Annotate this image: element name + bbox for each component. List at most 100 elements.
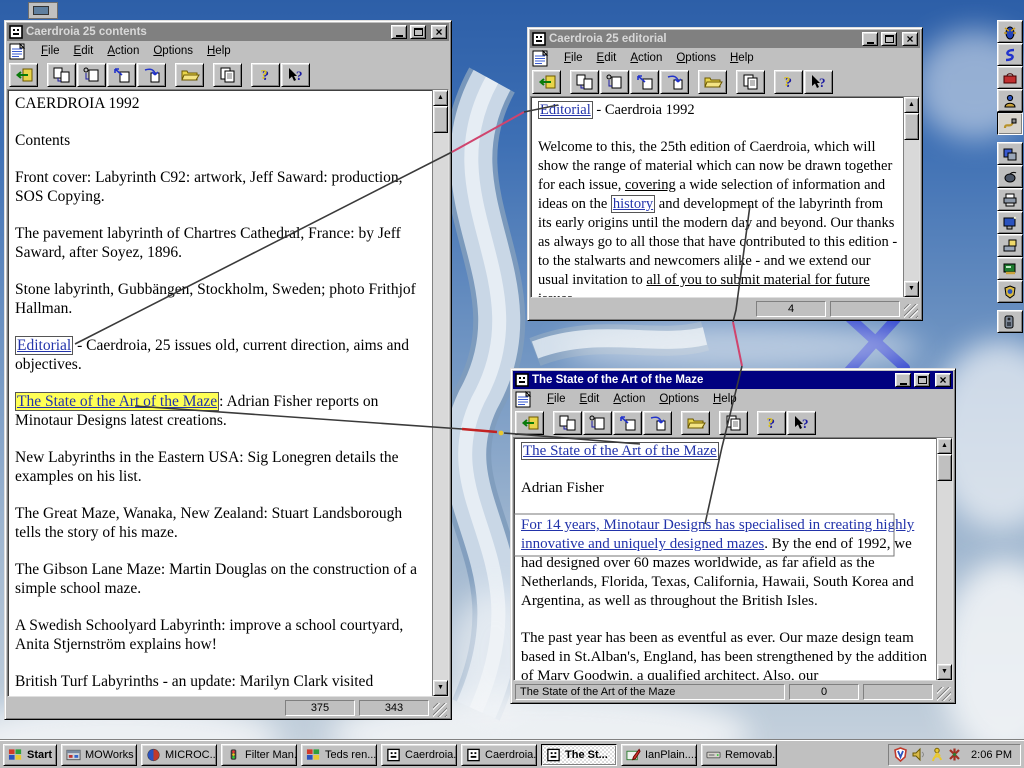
launcher-drive-doc-button[interactable] bbox=[997, 234, 1023, 257]
link-editorial[interactable]: Editorial bbox=[15, 336, 74, 355]
paste-link-button[interactable] bbox=[583, 411, 612, 435]
scroll-down-button[interactable]: ▼ bbox=[937, 664, 952, 680]
copy-link-button[interactable] bbox=[570, 70, 599, 94]
close-button[interactable]: × bbox=[935, 373, 951, 387]
open-document-button[interactable] bbox=[681, 411, 710, 435]
minimize-button[interactable] bbox=[862, 32, 878, 46]
scroll-up-button[interactable]: ▲ bbox=[904, 97, 919, 113]
launcher-printer-button[interactable] bbox=[997, 188, 1023, 211]
maximize-button[interactable] bbox=[410, 25, 426, 39]
menu-options[interactable]: Options bbox=[652, 391, 706, 407]
resize-grip[interactable] bbox=[904, 304, 918, 318]
resize-grip[interactable] bbox=[937, 687, 951, 701]
close-button[interactable]: × bbox=[431, 25, 447, 39]
document-menu-icon[interactable] bbox=[8, 42, 30, 60]
scrollbar-thumb[interactable] bbox=[937, 454, 952, 481]
taskbar-item-moworks[interactable]: MOWorks bbox=[61, 743, 137, 766]
context-help-button[interactable]: ? bbox=[787, 411, 816, 435]
scroll-down-button[interactable]: ▼ bbox=[433, 680, 448, 696]
copy-button[interactable] bbox=[719, 411, 748, 435]
taskbar-item-teds[interactable]: Teds ren... bbox=[301, 743, 377, 766]
vertical-scrollbar[interactable]: ▲ ▼ bbox=[903, 97, 919, 297]
help-button[interactable]: ? ? bbox=[757, 411, 786, 435]
antivirus-shield-icon[interactable] bbox=[893, 747, 908, 762]
document-icon[interactable] bbox=[515, 373, 529, 387]
launcher-squiggle-button[interactable] bbox=[997, 43, 1023, 66]
start-link-button[interactable] bbox=[107, 63, 136, 87]
start-link-button[interactable] bbox=[630, 70, 659, 94]
volume-icon[interactable] bbox=[911, 747, 926, 762]
link-state-of-the-art-title[interactable]: The State of the Art of the Maze bbox=[521, 442, 719, 460]
close-button[interactable]: × bbox=[902, 32, 918, 46]
menu-file[interactable]: File bbox=[557, 50, 590, 66]
menu-action[interactable]: Action bbox=[623, 50, 669, 66]
help-button[interactable]: ? ? bbox=[251, 63, 280, 87]
taskbar-item-state-of-the-art[interactable]: The St... bbox=[541, 743, 617, 766]
copy-link-button[interactable] bbox=[553, 411, 582, 435]
scrollbar-thumb[interactable] bbox=[433, 106, 448, 133]
link-state-of-the-art[interactable]: The State of the Art of the Maze bbox=[15, 392, 220, 411]
scroll-up-button[interactable]: ▲ bbox=[433, 90, 448, 106]
scroll-down-button[interactable]: ▼ bbox=[904, 281, 919, 297]
titlebar[interactable]: Caerdroia 25 contents × bbox=[7, 23, 449, 41]
scanner-flower-icon[interactable] bbox=[947, 747, 962, 762]
start-link-button[interactable] bbox=[613, 411, 642, 435]
taskbar-item-microcosm[interactable]: MICROC... bbox=[141, 743, 217, 766]
open-document-button[interactable] bbox=[175, 63, 204, 87]
document-icon[interactable] bbox=[9, 25, 23, 39]
help-button[interactable]: ? ? bbox=[774, 70, 803, 94]
context-help-button[interactable]: ? bbox=[804, 70, 833, 94]
launcher-person-button[interactable] bbox=[997, 89, 1023, 112]
menu-file[interactable]: File bbox=[34, 43, 67, 59]
taskbar-item-filter-manager[interactable]: Filter Man... bbox=[221, 743, 297, 766]
menu-action[interactable]: Action bbox=[606, 391, 652, 407]
menu-action[interactable]: Action bbox=[100, 43, 146, 59]
link-editorial[interactable]: Editorial bbox=[538, 101, 593, 119]
menu-edit[interactable]: Edit bbox=[67, 43, 101, 59]
taskbar-item-caerdroia-1[interactable]: Caerdroia... bbox=[381, 743, 457, 766]
vertical-scrollbar[interactable]: ▲ ▼ bbox=[936, 438, 952, 680]
launcher-mouse-button[interactable] bbox=[997, 165, 1023, 188]
exit-button[interactable] bbox=[532, 70, 561, 94]
link-covering[interactable]: covering bbox=[625, 177, 676, 193]
scrollbar-thumb[interactable] bbox=[904, 113, 919, 140]
taskbar-item-caerdroia-2[interactable]: Caerdroia... bbox=[461, 743, 537, 766]
launcher-terminal-button[interactable] bbox=[997, 257, 1023, 280]
titlebar[interactable]: Caerdroia 25 editorial × bbox=[530, 30, 920, 48]
vertical-scrollbar[interactable]: ▲ ▼ bbox=[432, 90, 448, 696]
launcher-disks-button[interactable] bbox=[997, 142, 1023, 165]
open-document-button[interactable] bbox=[698, 70, 727, 94]
launcher-monitor-button[interactable] bbox=[997, 211, 1023, 234]
messenger-person-icon[interactable] bbox=[929, 747, 944, 762]
menu-edit[interactable]: Edit bbox=[573, 391, 607, 407]
launcher-bug-button[interactable] bbox=[997, 20, 1023, 43]
exit-button[interactable] bbox=[515, 411, 544, 435]
launcher-recorder-button[interactable] bbox=[997, 310, 1023, 333]
document-icon[interactable] bbox=[532, 32, 546, 46]
menu-help[interactable]: Help bbox=[706, 391, 744, 407]
resize-grip[interactable] bbox=[433, 703, 447, 717]
launcher-toolbox-button[interactable] bbox=[997, 66, 1023, 89]
exit-button[interactable] bbox=[9, 63, 38, 87]
launcher-cable-button[interactable] bbox=[997, 112, 1023, 135]
document-menu-icon[interactable] bbox=[531, 49, 553, 67]
context-help-button[interactable]: ? bbox=[281, 63, 310, 87]
menu-options[interactable]: Options bbox=[146, 43, 200, 59]
document-menu-icon[interactable] bbox=[514, 390, 536, 408]
menu-edit[interactable]: Edit bbox=[590, 50, 624, 66]
taskbar-item-ianplain[interactable]: IanPlain.... bbox=[621, 743, 697, 766]
start-button[interactable]: Start bbox=[3, 743, 57, 766]
copy-button[interactable] bbox=[213, 63, 242, 87]
end-link-button[interactable] bbox=[660, 70, 689, 94]
titlebar[interactable]: The State of the Art of the Maze × bbox=[513, 371, 953, 389]
scroll-up-button[interactable]: ▲ bbox=[937, 438, 952, 454]
paste-link-button[interactable] bbox=[600, 70, 629, 94]
menu-file[interactable]: File bbox=[540, 391, 573, 407]
maximize-button[interactable] bbox=[914, 373, 930, 387]
paste-link-button[interactable] bbox=[77, 63, 106, 87]
menu-help[interactable]: Help bbox=[723, 50, 761, 66]
launcher-badge-button[interactable] bbox=[997, 280, 1023, 303]
end-link-button[interactable] bbox=[643, 411, 672, 435]
copy-link-button[interactable] bbox=[47, 63, 76, 87]
end-link-button[interactable] bbox=[137, 63, 166, 87]
